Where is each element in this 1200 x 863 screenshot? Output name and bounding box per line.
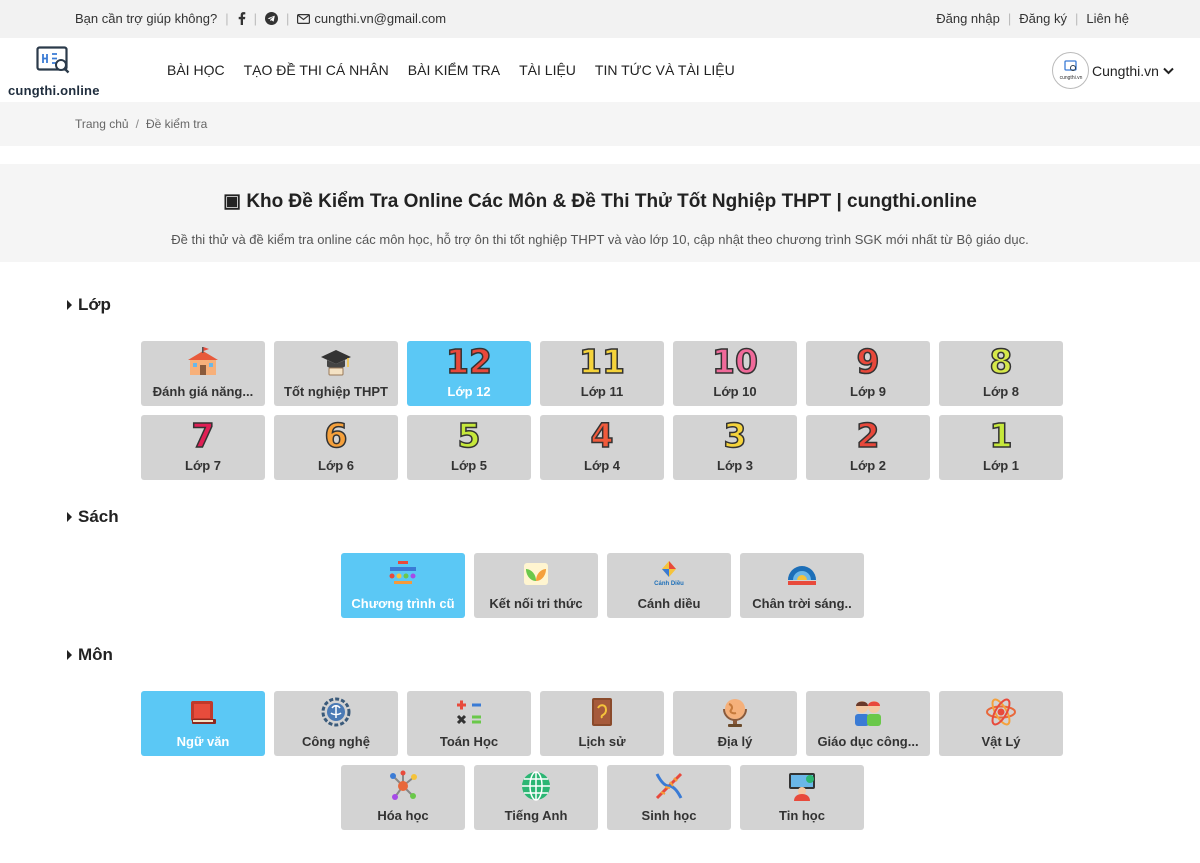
chevron-down-icon[interactable] bbox=[1163, 67, 1174, 75]
grade-tile-12[interactable]: 12 Lớp 12 bbox=[407, 341, 531, 406]
book-tile-knowledge-connection[interactable]: Kết nối tri thức bbox=[474, 553, 598, 618]
caret-right-icon bbox=[67, 512, 72, 522]
help-text: Bạn cần trợ giúp không? bbox=[75, 11, 218, 26]
dna-icon bbox=[607, 769, 731, 803]
subject-tile-english[interactable]: Tiếng Anh bbox=[474, 765, 598, 830]
caret-right-icon bbox=[67, 650, 72, 660]
nav-lessons[interactable]: BÀI HỌC bbox=[167, 62, 225, 78]
section-title-subjects: Môn bbox=[67, 645, 113, 665]
top-bar: Bạn cần trợ giúp không? | | | cungthi.vn… bbox=[0, 0, 1200, 38]
grade-tile-4[interactable]: 4 Lớp 4 bbox=[540, 415, 664, 480]
contact-email[interactable]: cungthi.vn@gmail.com bbox=[314, 11, 446, 26]
old-curriculum-icon bbox=[341, 557, 465, 591]
account-menu[interactable]: cungthi.vn Cungthi.vn bbox=[1052, 52, 1174, 89]
books-icon bbox=[141, 695, 265, 729]
contact-link[interactable]: Liên hệ bbox=[1086, 11, 1129, 26]
section-title-books: Sách bbox=[67, 507, 119, 527]
subject-tile-civic-education[interactable]: Giáo dục công... bbox=[806, 691, 930, 756]
grade-tile-6[interactable]: 6 Lớp 6 bbox=[274, 415, 398, 480]
page-title: ▣ Kho Đề Kiểm Tra Online Các Môn & Đề Th… bbox=[223, 191, 977, 212]
grade-tile-5[interactable]: 5 Lớp 5 bbox=[407, 415, 531, 480]
logo-text: cungthi.online bbox=[8, 83, 100, 98]
account-name: Cungthi.vn bbox=[1092, 62, 1159, 79]
kite-icon: Cánh Diều bbox=[607, 557, 731, 591]
grade-tile-1[interactable]: 1 Lớp 1 bbox=[939, 415, 1063, 480]
subject-tile-biology[interactable]: Sinh học bbox=[607, 765, 731, 830]
number-9-icon: 9 bbox=[856, 342, 880, 381]
number-5-icon: 5 bbox=[457, 416, 481, 455]
logo-icon bbox=[36, 46, 70, 74]
nav-create-exam[interactable]: TẠO ĐỀ THI CÁ NHÂN bbox=[244, 62, 389, 78]
gear-brain-icon bbox=[274, 695, 398, 729]
subject-tile-history[interactable]: Lịch sử bbox=[540, 691, 664, 756]
number-2-icon: 2 bbox=[856, 416, 880, 455]
knowledge-connection-icon bbox=[474, 557, 598, 591]
grade-tile-graduation[interactable]: Tốt nghiệp THPT bbox=[274, 341, 398, 406]
number-4-icon: 4 bbox=[590, 416, 614, 455]
school-building-icon bbox=[141, 345, 265, 379]
grade-tile-8[interactable]: 8 Lớp 8 bbox=[939, 341, 1063, 406]
nav-news[interactable]: TIN TỨC VÀ TÀI LIỆU bbox=[595, 62, 735, 78]
breadcrumb: Trang chủ / Đề kiểm tra bbox=[0, 102, 1200, 146]
number-10-icon: 10 bbox=[711, 342, 758, 381]
site-logo[interactable]: cungthi.online bbox=[8, 46, 104, 98]
molecule-icon bbox=[341, 769, 465, 803]
grade-tile-10[interactable]: 10 Lớp 10 bbox=[673, 341, 797, 406]
grade-tile-2[interactable]: 2 Lớp 2 bbox=[806, 415, 930, 480]
register-link[interactable]: Đăng ký bbox=[1019, 11, 1067, 26]
grade-tile-11[interactable]: 11 Lớp 11 bbox=[540, 341, 664, 406]
page-subtitle: Đề thi thử và đề kiểm tra online các môn… bbox=[171, 232, 1029, 247]
number-6-icon: 6 bbox=[324, 416, 348, 455]
nav-documents[interactable]: TÀI LIỆU bbox=[519, 62, 576, 78]
subject-tile-geography[interactable]: Địa lý bbox=[673, 691, 797, 756]
atom-icon bbox=[939, 695, 1063, 729]
facebook-icon[interactable] bbox=[237, 12, 246, 25]
number-12-icon: 12 bbox=[445, 342, 492, 381]
creative-horizon-icon bbox=[740, 557, 864, 591]
breadcrumb-current: Đề kiểm tra bbox=[145, 117, 208, 131]
civic-education-icon bbox=[806, 695, 930, 729]
graduation-cap-icon bbox=[274, 345, 398, 379]
subject-tile-physics[interactable]: Vật Lý bbox=[939, 691, 1063, 756]
subject-tile-technology[interactable]: Công nghệ bbox=[274, 691, 398, 756]
telegram-icon[interactable] bbox=[265, 12, 279, 25]
main-header: cungthi.online BÀI HỌC TẠO ĐỀ THI CÁ NHÂ… bbox=[0, 38, 1200, 102]
breadcrumb-home[interactable]: Trang chủ bbox=[75, 117, 129, 131]
grade-tile-9[interactable]: 9 Lớp 9 bbox=[806, 341, 930, 406]
svg-text:Cánh Diều: Cánh Diều bbox=[654, 581, 684, 587]
svg-text:cungthi.vn: cungthi.vn bbox=[1059, 75, 1082, 81]
history-book-icon bbox=[540, 695, 664, 729]
computer-user-icon bbox=[740, 769, 864, 803]
subject-tile-literature[interactable]: Ngữ văn bbox=[141, 691, 265, 756]
book-tile-creative-horizon[interactable]: Chân trời sáng.. bbox=[740, 553, 864, 618]
world-globe-icon bbox=[474, 769, 598, 803]
envelope-icon bbox=[297, 13, 311, 24]
number-7-icon: 7 bbox=[191, 416, 215, 455]
avatar[interactable]: cungthi.vn bbox=[1052, 52, 1089, 89]
section-title-grades: Lớp bbox=[67, 295, 111, 315]
book-tile-old-curriculum[interactable]: Chương trình cũ bbox=[341, 553, 465, 618]
login-link[interactable]: Đăng nhập bbox=[936, 11, 1000, 26]
number-8-icon: 8 bbox=[989, 342, 1013, 381]
math-symbols-icon bbox=[407, 695, 531, 729]
hero-banner: ▣ Kho Đề Kiểm Tra Online Các Môn & Đề Th… bbox=[0, 164, 1200, 262]
book-tile-canh-dieu[interactable]: Cánh Diều Cánh diều bbox=[607, 553, 731, 618]
grade-tile-7[interactable]: 7 Lớp 7 bbox=[141, 415, 265, 480]
subject-tile-chemistry[interactable]: Hóa học bbox=[341, 765, 465, 830]
subject-tile-informatics[interactable]: Tin học bbox=[740, 765, 864, 830]
caret-right-icon bbox=[67, 300, 72, 310]
number-3-icon: 3 bbox=[723, 416, 747, 455]
main-nav: BÀI HỌC TẠO ĐỀ THI CÁ NHÂN BÀI KIỂM TRA … bbox=[167, 62, 754, 78]
number-1-icon: 1 bbox=[989, 416, 1013, 455]
globe-icon bbox=[673, 695, 797, 729]
nav-tests[interactable]: BÀI KIỂM TRA bbox=[408, 62, 500, 78]
subject-tile-math[interactable]: Toán Học bbox=[407, 691, 531, 756]
grade-tile-assessment[interactable]: Đánh giá năng... bbox=[141, 341, 265, 406]
number-11-icon: 11 bbox=[578, 342, 625, 381]
grade-tile-3[interactable]: 3 Lớp 3 bbox=[673, 415, 797, 480]
